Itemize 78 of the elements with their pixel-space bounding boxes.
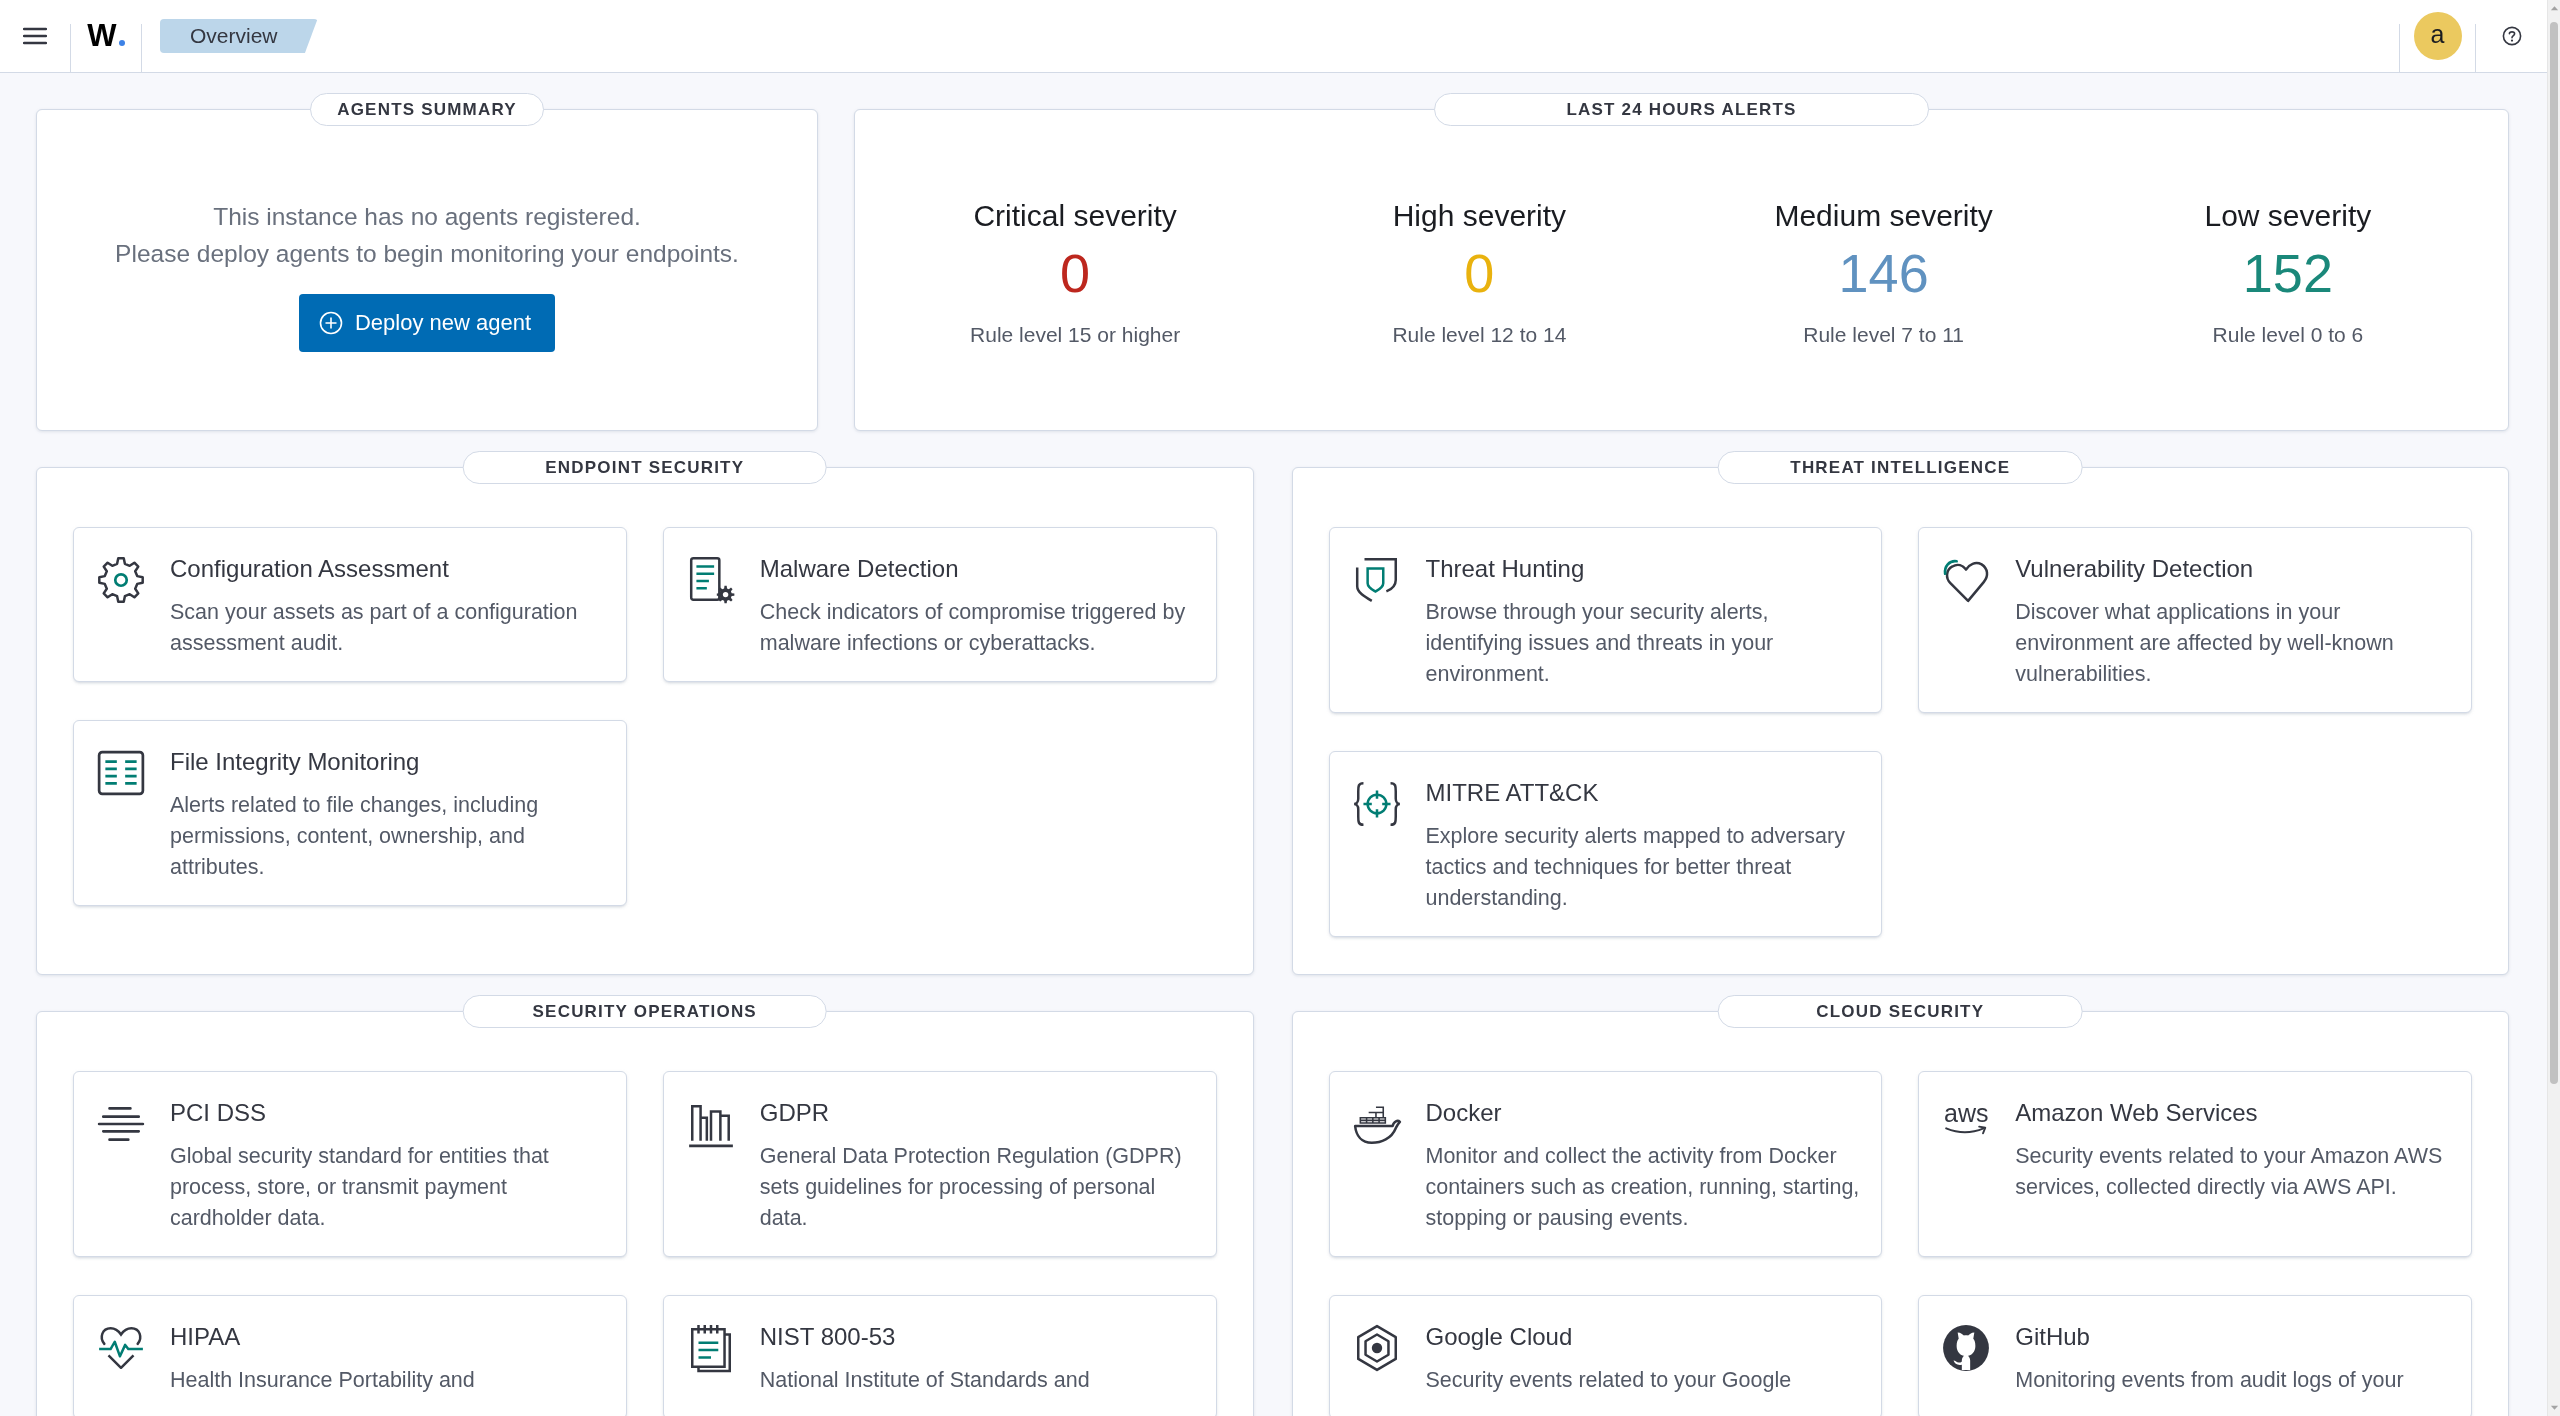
list-icon [96,748,146,798]
card-description: Discover what applications in your environment are affected by well-known vulnerabilities. [2015,599,2395,688]
feature-card[interactable]: aws Amazon Web Services Security events related to your Amazon AWS services, collected directly via AWS API. [1918,1071,2472,1257]
feature-card[interactable]: Threat Hunting Browse through your security alerts, identifying issues and threats in your environment. [1328,527,1883,713]
card-description: Monitoring events from audit logs of your [2015,1367,2405,1394]
panel-title: CLOUD SECURITY [1717,995,2083,1028]
aws-logo: aws [1941,1101,1992,1136]
menu-icon [23,27,47,45]
card-title: Docker [1425,1099,1503,1127]
scroll-up-icon[interactable] [2549,5,2559,11]
card-title: Amazon Web Services [2015,1099,2259,1127]
panel-title: THREAT INTELLIGENCE [1717,451,2083,484]
card-description: Security events related to your Google [1425,1367,1793,1394]
scroll-down-icon[interactable] [2549,1405,2559,1411]
scrollbar-thumb[interactable] [2550,22,2558,1084]
empty-state-message: This instance has no agents registered. [213,202,641,232]
severity-label: Low severity [2204,199,2372,233]
card-title: Configuration Assessment [170,555,450,583]
help-icon[interactable] [2501,26,2522,46]
breadcrumb[interactable]: Overview [160,19,318,53]
panel-title: AGENTS SUMMARY [310,93,544,126]
rule-level-range: Rule level 0 to 6 [2212,323,2364,347]
card-title: NIST 800-53 [759,1323,897,1351]
feature-card[interactable]: Malware Detection Check indicators of compromise triggered by malware infections or cyberattacks. [662,527,1217,682]
deploy-agent-button[interactable]: Deploy new agent [298,294,556,352]
gear-icon [96,555,146,605]
card-title: GDPR [759,1099,831,1127]
card-title: Google Cloud [1425,1323,1574,1351]
rule-level-range: Rule level 12 to 14 [1392,323,1567,347]
card-title: HIPAA [170,1323,242,1351]
alert-count: 0 [1464,242,1495,304]
card-title: Vulnerability Detection [2015,555,2255,583]
card-title: File Integrity Monitoring [170,748,421,776]
alert-count: 146 [1838,242,1929,304]
card-description: National Institute of Standards and [759,1367,1091,1394]
panel-title: ENDPOINT SECURITY [462,451,828,484]
user-avatar[interactable]: a [2413,12,2462,60]
feature-card[interactable]: MITRE ATT&CK Explore security alerts mapped to adversary tactics and techniques for better threat understanding. [1328,751,1883,937]
feature-card[interactable]: Google Cloud Security events related to your Google [1328,1295,1883,1416]
panel-title: SECURITY OPERATIONS [462,995,828,1028]
card-description: Scan your assets as part of a configuration assessment audit. [170,599,579,657]
card-description: Explore security alerts mapped to adversary tactics and techniques for better threat understanding. [1425,823,1846,912]
feature-card[interactable]: NIST 800-53 National Institute of Standards and [662,1295,1217,1416]
feature-card[interactable]: GitHub Monitoring events from audit logs of your [1918,1295,2472,1416]
card-description: Check indicators of compromise triggered by malware infections or cyberattacks. [759,599,1187,657]
card-description: Health Insurance Portability and [170,1367,476,1394]
feature-card[interactable]: PCI DSS Global security standard for entities that process, store, or transmit payment cardholder data. [73,1071,627,1257]
card-title: MITRE ATT&CK [1425,779,1600,807]
severity-label: Medium severity [1774,199,1993,233]
card-description: Browse through your security alerts, identifying issues and threats in your environment. [1425,599,1775,688]
feature-card[interactable]: GDPR General Data Protection Regulation (GDPR) sets guidelines for processing of personal data. [662,1071,1217,1257]
feature-card[interactable]: File Integrity Monitoring Alerts related to file changes, including permissions, content, ownership, and attributes. [73,720,627,906]
card-title: PCI DSS [170,1099,268,1127]
severity-label: Critical severity [973,199,1177,233]
card-description: General Data Protection Regulation (GDPR) sets guidelines for processing of personal data. [759,1143,1183,1232]
alert-count: 0 [1060,242,1091,304]
crosshair-icon [1351,779,1402,829]
card-description: Security events related to your Amazon AWS services, collected directly via AWS API. [2015,1143,2444,1201]
card-description: Alerts related to file changes, including permissions, content, ownership, and attributes. [170,792,540,881]
github-logo-icon [1941,1323,1992,1373]
logo-dot-icon [118,40,125,46]
panel-title: LAST 24 HOURS ALERTS [1433,93,1930,126]
empty-state-message: Please deploy agents to begin monitoring your endpoints. [115,239,739,269]
alert-count: 152 [2242,242,2333,304]
card-title: Malware Detection [759,555,960,583]
feature-card[interactable]: Docker Monitor and collect the activity from Docker containers such as creation, running, starting, stopping or pausing events. [1328,1071,1883,1257]
card-description: Global security standard for entities that process, store, or transmit payment cardholder data. [170,1143,550,1232]
rule-level-range: Rule level 7 to 11 [1803,323,1964,347]
feature-card[interactable]: Vulnerability Detection Discover what applications in your environment are affected by well-known vulnerabilities. [1918,527,2472,713]
card-title: GitHub [2015,1323,2091,1351]
feature-card[interactable]: Configuration Assessment Scan your assets as part of a configuration assessment audit. [73,527,627,682]
feature-card[interactable]: HIPAA Health Insurance Portability and [73,1295,627,1416]
severity-label: High severity [1392,199,1567,233]
card-description: Monitor and collect the activity from Docker containers such as creation, running, starting, stopping or pausing events. [1425,1143,1861,1232]
plus-circle-icon [318,311,343,335]
logo-text: W [87,20,117,52]
rule-level-range: Rule level 15 or higher [970,323,1181,347]
card-title: Threat Hunting [1425,555,1586,583]
